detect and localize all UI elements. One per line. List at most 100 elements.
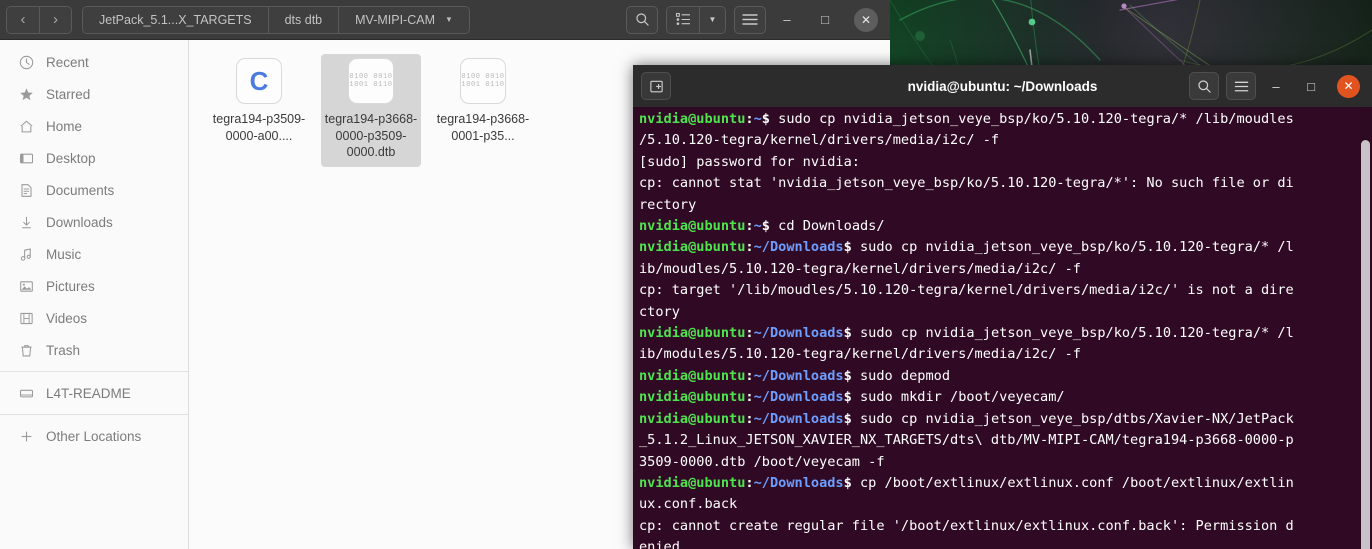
- terminal-line: ib/modules/5.10.120-tegra/kernel/drivers…: [639, 346, 1081, 363]
- sidebar-item-trash[interactable]: Trash: [0, 334, 188, 366]
- terminal-line: nvidia@ubuntu:~$ cd Downloads/: [639, 218, 885, 235]
- sidebar-item-recent-label: Recent: [46, 54, 89, 70]
- main-menu-button[interactable]: [734, 5, 766, 34]
- terminal-line: nvidia@ubuntu:~/Downloads$ sudo mkdir /b…: [639, 389, 1065, 406]
- terminal-line: nvidia@ubuntu:~/Downloads$ sudo depmod: [639, 367, 951, 384]
- terminal-line: nvidia@ubuntu:~$ sudo cp nvidia_jetson_v…: [639, 111, 1294, 127]
- list-view-button[interactable]: [667, 6, 699, 33]
- terminal-line: enied: [639, 539, 680, 549]
- c-letter-glyph: C: [249, 65, 269, 96]
- picture-icon: [14, 279, 38, 294]
- sidebar-item-home-label: Home: [46, 118, 83, 134]
- terminal-line: nvidia@ubuntu:~/Downloads$ sudo cp nvidi…: [639, 410, 1294, 427]
- breadcrumb-jetpack[interactable]: JetPack_5.1...X_TARGETS: [83, 6, 268, 33]
- sidebar-item-l4t-readme-label: L4T-README: [46, 385, 131, 401]
- path-breadcrumb-tabs: JetPack_5.1...X_TARGETS dts dtb MV-MIPI-…: [82, 5, 470, 34]
- sidebar-item-other-locations[interactable]: Other Locations: [0, 420, 188, 452]
- new-tab-icon: [649, 80, 663, 92]
- terminal-line: nvidia@ubuntu:~/Downloads$ sudo cp nvidi…: [639, 239, 1294, 256]
- film-icon: [14, 311, 38, 326]
- sidebar-item-documents-label: Documents: [46, 182, 115, 198]
- terminal-menu-button[interactable]: [1226, 72, 1256, 100]
- terminal-maximize-button[interactable]: □: [1296, 71, 1326, 101]
- sidebar: Recent Starred Home Desktop Documents Do…: [0, 40, 189, 549]
- new-tab-button[interactable]: [641, 72, 671, 100]
- sidebar-item-other-locations-label: Other Locations: [46, 428, 142, 444]
- list-view-icon: [675, 13, 690, 25]
- sidebar-divider-1: [0, 371, 188, 372]
- binary-glyph: 0100 0010 1001 0110: [461, 72, 505, 90]
- sidebar-item-home[interactable]: Home: [0, 110, 188, 142]
- maximize-button[interactable]: □: [808, 3, 842, 37]
- trash-icon: [14, 343, 38, 358]
- sidebar-item-downloads-label: Downloads: [46, 214, 113, 230]
- sidebar-item-videos[interactable]: Videos: [0, 302, 188, 334]
- sidebar-item-videos-label: Videos: [46, 310, 88, 326]
- terminal-search-button[interactable]: [1189, 72, 1219, 100]
- download-icon: [14, 215, 38, 230]
- file-item-1-label: tegra194-p3668-0000-p3509-0000.dtb: [324, 112, 418, 159]
- sidebar-item-documents[interactable]: Documents: [0, 174, 188, 206]
- hamburger-menu-icon: [1234, 81, 1248, 91]
- terminal-line: 3509-0000.dtb /boot/veyecam -f: [639, 453, 885, 470]
- terminal-line: nvidia@ubuntu:~/Downloads$ sudo cp nvidi…: [639, 325, 1294, 342]
- minimize-button[interactable]: –: [770, 3, 804, 37]
- terminal-window: nvidia@ubuntu: ~/Downloads – □ ✕ nvidia@…: [633, 65, 1372, 549]
- back-button[interactable]: ‹: [7, 6, 39, 33]
- sidebar-item-trash-label: Trash: [46, 342, 81, 358]
- file-item-0-label: tegra194-p3509-0000-a00....: [212, 112, 306, 143]
- sidebar-item-starred[interactable]: Starred: [0, 78, 188, 110]
- sidebar-item-pictures-label: Pictures: [46, 278, 95, 294]
- breadcrumb-dts-dtb-label: dts dtb: [284, 12, 323, 27]
- hamburger-menu-icon: [742, 14, 758, 25]
- file-manager-header-bar: ‹ › JetPack_5.1...X_TARGETS dts dtb MV-M…: [0, 0, 890, 40]
- binary-file-icon: 0100 0010 1001 0110: [348, 58, 394, 104]
- music-note-icon: [14, 247, 38, 262]
- view-options-group: ▼: [666, 5, 726, 34]
- sidebar-item-music[interactable]: Music: [0, 238, 188, 270]
- terminal-close-button[interactable]: ✕: [1337, 74, 1360, 98]
- sidebar-item-music-label: Music: [46, 246, 82, 262]
- close-button[interactable]: ✕: [854, 7, 878, 32]
- sidebar-item-recent[interactable]: Recent: [0, 46, 188, 78]
- terminal-line: nvidia@ubuntu:~/Downloads$ cp /boot/extl…: [639, 474, 1294, 491]
- desktop-icon: [14, 151, 38, 166]
- terminal-line: _5.1.2_Linux_JETSON_XAVIER_NX_TARGETS/dt…: [639, 432, 1294, 449]
- sidebar-item-pictures[interactable]: Pictures: [0, 270, 188, 302]
- terminal-scrollbar-thumb[interactable]: [1361, 140, 1370, 549]
- terminal-body[interactable]: nvidia@ubuntu:~$ sudo cp nvidia_jetson_v…: [633, 107, 1372, 549]
- binary-glyph: 0100 0010 1001 0110: [349, 72, 393, 90]
- sidebar-item-desktop[interactable]: Desktop: [0, 142, 188, 174]
- document-icon: [14, 183, 38, 198]
- clock-icon: [14, 55, 38, 70]
- terminal-line: [sudo] password for nvidia:: [639, 153, 860, 170]
- terminal-header-buttons: – □ ✕: [1182, 71, 1364, 101]
- terminal-minimize-button[interactable]: –: [1261, 71, 1291, 101]
- sidebar-item-l4t-readme[interactable]: L4T-README: [0, 377, 188, 409]
- breadcrumb-dts-dtb[interactable]: dts dtb: [267, 6, 339, 33]
- breadcrumb-jetpack-label: JetPack_5.1...X_TARGETS: [99, 12, 252, 27]
- breadcrumb-mv-mipi-cam[interactable]: MV-MIPI-CAM ▼: [338, 6, 469, 33]
- file-item-2[interactable]: 0100 0010 1001 0110 tegra194-p3668-0001-…: [433, 54, 533, 167]
- chevron-down-icon: ▼: [708, 15, 717, 24]
- star-icon: [14, 87, 38, 102]
- terminal-line: cp: cannot create regular file '/boot/ex…: [639, 517, 1294, 534]
- file-item-0[interactable]: C tegra194-p3509-0000-a00....: [209, 54, 309, 167]
- file-item-2-label: tegra194-p3668-0001-p35...: [436, 112, 530, 143]
- terminal-line: cp: target '/lib/moudles/5.10.120-tegra/…: [639, 282, 1294, 299]
- file-item-1[interactable]: 0100 0010 1001 0110 tegra194-p3668-0000-…: [321, 54, 421, 167]
- sidebar-divider-2: [0, 414, 188, 415]
- chevron-down-icon: ▼: [445, 15, 453, 24]
- terminal-output: nvidia@ubuntu:~$ sudo cp nvidia_jetson_v…: [639, 109, 1372, 549]
- terminal-line: ux.conf.back: [639, 496, 738, 513]
- forward-button[interactable]: ›: [39, 6, 71, 33]
- search-button[interactable]: [626, 5, 658, 34]
- sidebar-item-downloads[interactable]: Downloads: [0, 206, 188, 238]
- terminal-line: /5.10.120-tegra/kernel/drivers/media/i2c…: [639, 132, 1000, 149]
- terminal-line: rectory: [639, 196, 697, 213]
- sidebar-item-starred-label: Starred: [46, 86, 91, 102]
- home-icon: [14, 119, 38, 134]
- search-icon: [635, 13, 649, 26]
- view-options-dropdown-button[interactable]: ▼: [699, 6, 725, 33]
- navigation-buttons: ‹ ›: [6, 5, 72, 34]
